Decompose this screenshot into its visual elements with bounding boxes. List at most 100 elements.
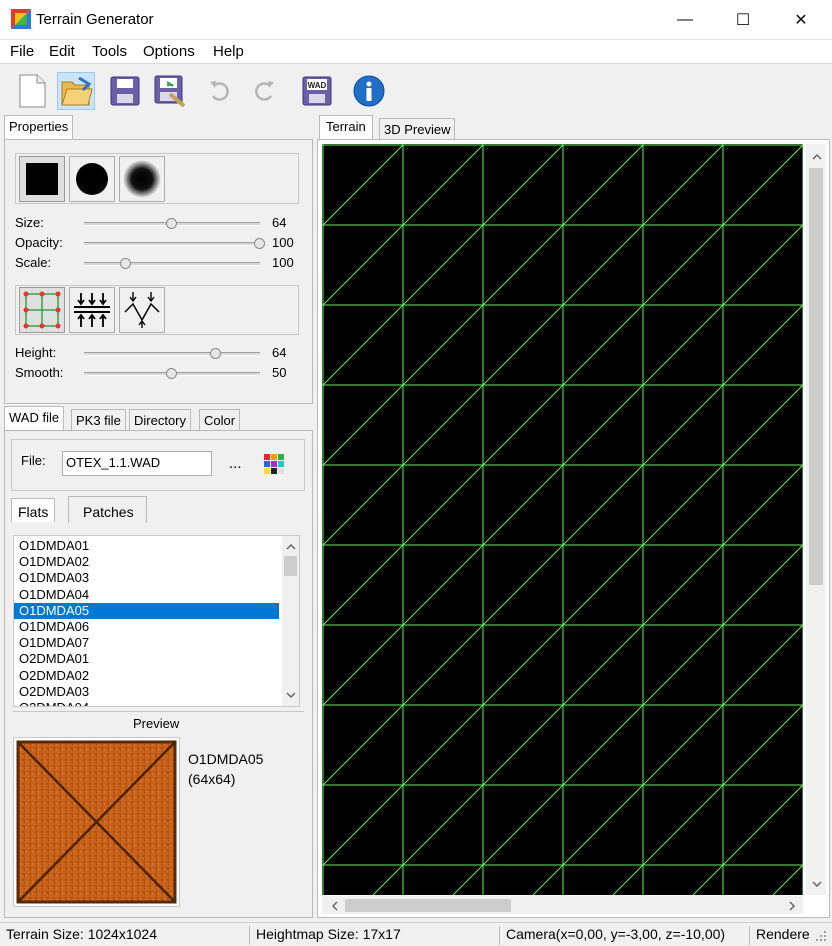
- status-terrain-size: Terrain Size: 1024x1024: [2, 926, 250, 945]
- preview-title: Preview: [133, 716, 180, 731]
- wad-label: WAD: [308, 81, 327, 90]
- scroll-up-icon[interactable]: [282, 538, 299, 555]
- circle-brush-button[interactable]: [69, 156, 115, 202]
- file-field[interactable]: OTEX_1.1.WAD: [62, 451, 212, 476]
- raise-lower-icon: [74, 293, 110, 327]
- terrain-grid[interactable]: [322, 144, 803, 895]
- browse-button[interactable]: ...: [229, 455, 242, 472]
- tab-pk3-file[interactable]: PK3 file: [71, 409, 126, 431]
- terrain-vscroll-thumb[interactable]: [809, 168, 823, 585]
- close-button[interactable]: ✕: [772, 0, 830, 40]
- toolbar: WAD: [0, 65, 832, 115]
- status-camera: Camera(x=0,00, y=-3,00, z=-10,00): [502, 926, 750, 945]
- scroll-thumb[interactable]: [284, 556, 297, 576]
- properties-panel: Size: 64 Opacity: 100 Scale: 100 Height:…: [4, 139, 313, 404]
- square-brush-icon: [26, 163, 58, 195]
- tool-slider-label-0: Height:: [15, 345, 57, 360]
- smooth-button[interactable]: [119, 287, 165, 333]
- brush-slider-track-2[interactable]: [84, 262, 260, 266]
- undo-icon: [210, 81, 229, 101]
- tab-directory[interactable]: Directory: [129, 409, 192, 431]
- open-button[interactable]: [57, 72, 95, 110]
- terrain-scroll-down-icon[interactable]: [808, 875, 825, 892]
- info-button[interactable]: [350, 72, 388, 110]
- minimize-button[interactable]: —: [656, 0, 714, 40]
- menu-file[interactable]: File: [10, 43, 34, 60]
- terrain-scroll-up-icon[interactable]: [808, 148, 825, 165]
- brush-slider-thumb-1[interactable]: [254, 238, 265, 249]
- brush-slider-value-0: 64: [272, 215, 287, 230]
- tab-color[interactable]: Color: [199, 409, 241, 431]
- texture-list-item[interactable]: O2DMDA03: [14, 684, 279, 700]
- tool-slider-value-0: 64: [272, 345, 287, 360]
- wad-icon: WAD: [302, 76, 332, 106]
- texture-list[interactable]: O1DMDA01 O1DMDA02 O1DMDA03 O1DMDA04 O1DMDA05…: [13, 535, 300, 707]
- menu-bar: File Edit Tools Options Help: [0, 40, 832, 64]
- file-label: File:: [21, 453, 46, 468]
- raise-lower-button[interactable]: [69, 287, 115, 333]
- terrain-view-panel: [317, 139, 830, 918]
- grid-points-button[interactable]: [19, 287, 65, 333]
- brush-slider-value-2: 100: [272, 255, 294, 270]
- minimize-icon: —: [677, 11, 693, 28]
- tab-properties[interactable]: Properties: [4, 115, 74, 140]
- terrain-hscrollbar[interactable]: [322, 896, 803, 914]
- texture-list-item[interactable]: O1DMDA03: [14, 570, 279, 586]
- redo-button[interactable]: [245, 72, 283, 110]
- save-button[interactable]: [106, 72, 144, 110]
- resize-grip-icon[interactable]: [814, 929, 828, 943]
- menu-help[interactable]: Help: [213, 43, 244, 60]
- brush-slider-label-0: Size:: [15, 215, 44, 230]
- close-icon: ✕: [794, 12, 808, 29]
- open-folder-icon: [61, 76, 93, 106]
- menu-edit[interactable]: Edit: [49, 43, 75, 60]
- tool-slider-track-0[interactable]: [84, 352, 260, 356]
- info-icon: [353, 75, 385, 107]
- smooth-icon: [124, 292, 160, 328]
- tool-slider-label-1: Smooth:: [15, 365, 64, 380]
- texture-preview: [16, 740, 177, 904]
- brush-slider-thumb-0[interactable]: [166, 218, 177, 229]
- undo-button[interactable]: [201, 72, 239, 110]
- menu-tools[interactable]: Tools: [92, 43, 127, 60]
- app-icon: [11, 9, 31, 29]
- tool-slider-thumb-1[interactable]: [166, 368, 177, 379]
- terrain-scroll-right-icon[interactable]: [783, 897, 800, 914]
- preview-name: O1DMDA05: [188, 751, 264, 767]
- wad-button[interactable]: WAD: [298, 72, 336, 110]
- tab-wad-file[interactable]: WAD file: [4, 406, 65, 431]
- square-brush-button[interactable]: [19, 156, 65, 202]
- terrain-scroll-left-icon[interactable]: [326, 897, 343, 914]
- menu-options[interactable]: Options: [143, 43, 195, 60]
- new-button[interactable]: [13, 72, 51, 110]
- terrain-hscroll-thumb[interactable]: [345, 899, 511, 912]
- texture-list-item[interactable]: O1DMDA05: [14, 602, 279, 619]
- brush-slider-value-1: 100: [272, 235, 294, 250]
- texture-list-scrollbar[interactable]: [282, 536, 299, 706]
- texture-list-item[interactable]: O2DMDA04: [14, 700, 279, 706]
- terrain-vscrollbar[interactable]: [806, 144, 826, 895]
- texture-list-item[interactable]: O1DMDA04: [14, 587, 279, 603]
- status-heightmap-size: Heightmap Size: 17x17: [252, 926, 500, 945]
- palette-button[interactable]: [263, 453, 287, 477]
- save-as-button[interactable]: [151, 72, 189, 110]
- tool-slider-thumb-0[interactable]: [210, 348, 221, 359]
- grid-points-icon: [23, 291, 61, 329]
- soft-brush-button[interactable]: [119, 156, 165, 202]
- subtab-patches[interactable]: Patches: [68, 496, 147, 523]
- texture-list-item[interactable]: O1DMDA02: [14, 554, 279, 570]
- brush-slider-track-1[interactable]: [84, 242, 260, 246]
- subtab-flats[interactable]: Flats: [11, 498, 56, 522]
- scroll-down-icon[interactable]: [282, 686, 299, 703]
- texture-list-item[interactable]: O1DMDA01: [14, 538, 279, 554]
- texture-list-item[interactable]: O1DMDA07: [14, 635, 279, 651]
- brush-slider-thumb-2[interactable]: [120, 258, 132, 269]
- title-bar: Terrain Generator — ☐ ✕: [0, 0, 832, 40]
- texture-list-item[interactable]: O2DMDA01: [14, 651, 279, 667]
- texture-list-item[interactable]: O1DMDA06: [14, 619, 279, 635]
- tab-terrain[interactable]: Terrain: [319, 115, 373, 140]
- tab-3d-preview[interactable]: 3D Preview: [379, 118, 456, 140]
- maximize-icon: ☐: [735, 12, 751, 29]
- texture-list-item[interactable]: O2DMDA02: [14, 668, 279, 684]
- maximize-button[interactable]: ☐: [714, 0, 772, 40]
